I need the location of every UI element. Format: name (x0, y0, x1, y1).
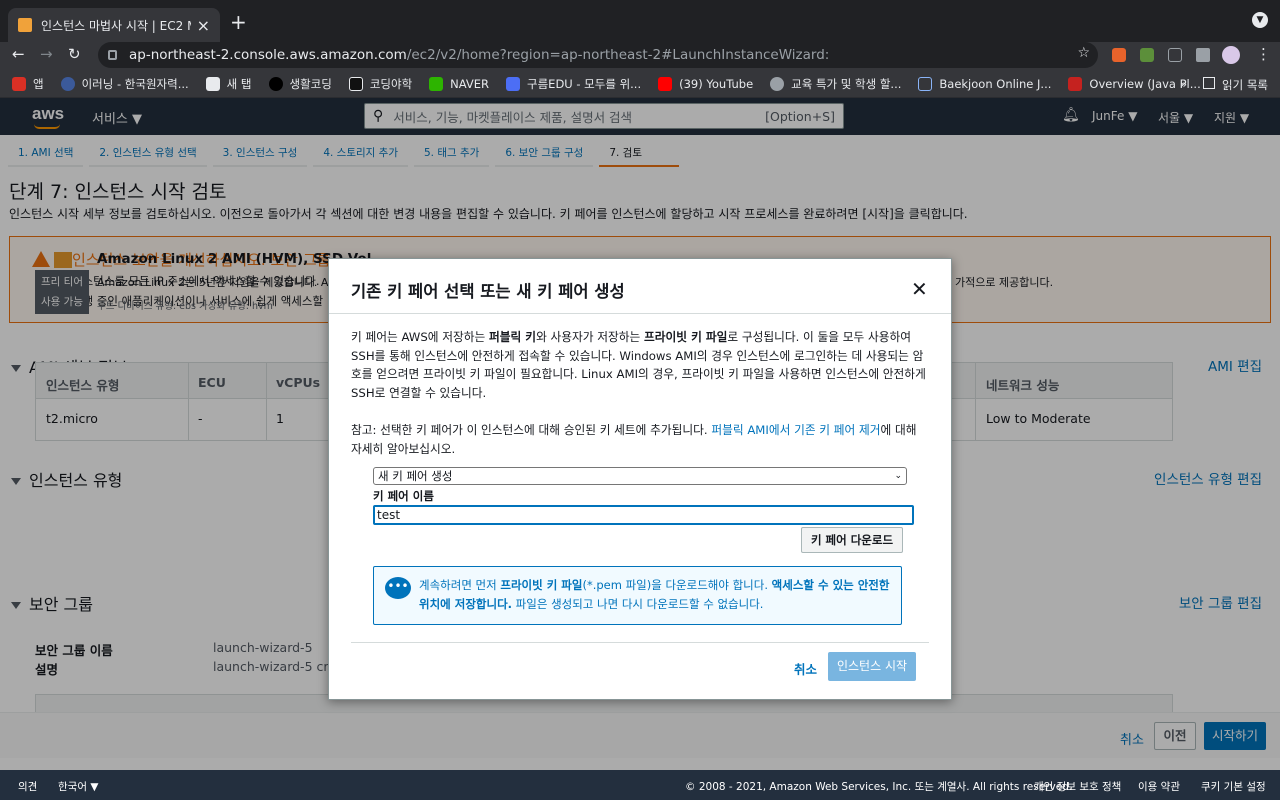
url-domain: ap-northeast-2.console.aws.amazon.com (129, 47, 407, 63)
reading-list[interactable]: 읽기 목록 (1222, 77, 1268, 93)
modal-description: 키 페어는 AWS에 저장하는 퍼블릭 키와 사용자가 저장하는 프라이빗 키 … (351, 330, 926, 400)
browser-nav-bar: ← → ↻ ap-northeast-2.console.aws.amazon.… (0, 42, 1280, 70)
browser-menu-icon[interactable]: ⋮ (1256, 45, 1271, 63)
url-path: /ec2/v2/home?region=ap-northeast-2#Launc… (406, 47, 830, 63)
profile-avatar[interactable] (1222, 46, 1240, 64)
back-icon[interactable]: ← (12, 45, 25, 63)
extension-bracket-icon[interactable] (1168, 48, 1182, 62)
forward-icon[interactable]: → (40, 45, 53, 63)
extensions-puzzle-icon[interactable] (1196, 48, 1210, 62)
goorm-icon (506, 76, 521, 91)
code-icon (918, 76, 933, 91)
reading-list-icon (1203, 77, 1216, 89)
bookmark-apps[interactable]: 앱 (12, 76, 44, 92)
cookie-link[interactable]: 쿠키 기본 설정 (1201, 779, 1266, 794)
oracle-icon (1068, 76, 1083, 91)
elearning-icon (60, 76, 75, 91)
reload-icon[interactable]: ↻ (68, 45, 81, 63)
tab-title: 인스턴스 마법사 시작 | EC2 Manag (41, 18, 191, 33)
lock-icon (108, 50, 117, 60)
apple-icon (770, 76, 785, 91)
bookmark-new-tab[interactable]: 새 탭 (205, 76, 252, 92)
extension-ex-icon[interactable] (1112, 48, 1126, 62)
bookmark-goorm[interactable]: 구름EDU - 모두를 위... (506, 76, 641, 92)
feedback-link[interactable]: 의견 (18, 779, 37, 794)
codingyahak-icon (348, 76, 363, 91)
close-tab-icon[interactable]: × (197, 16, 210, 35)
youtube-icon (658, 76, 673, 91)
key-pair-name-label: 키 페어 이름 (373, 489, 434, 503)
modal-cancel-link[interactable]: 취소 (794, 659, 817, 678)
browser-tab[interactable]: 인스턴스 마법사 시작 | EC2 Manag × (8, 8, 220, 42)
language-menu[interactable]: 한국어 ▼ (58, 779, 98, 794)
more-bookmarks-icon[interactable]: » (1180, 77, 1187, 93)
new-tab-icon[interactable]: + (230, 10, 247, 34)
divider (351, 642, 929, 643)
privacy-link[interactable]: 개인 정보 보호 정책 (1034, 779, 1121, 794)
terms-link[interactable]: 이용 약관 (1138, 779, 1180, 794)
bookmark-elearning[interactable]: 이러닝 - 한국원자력... (60, 76, 189, 92)
download-key-pair-button[interactable]: 키 페어 다운로드 (801, 527, 903, 553)
bookmark-codingyahak[interactable]: 코딩야학 (348, 76, 412, 92)
modal-title: 기존 키 페어 선택 또는 새 키 페어 생성 (351, 282, 625, 301)
bookmark-naver[interactable]: NAVER (429, 76, 489, 91)
chevron-down-icon: ⌄ (894, 471, 902, 481)
console-footer: 의견 한국어 ▼ © 2008 - 2021, Amazon Web Servi… (0, 770, 1280, 800)
tab-search-icon[interactable]: ▼ (1252, 12, 1268, 28)
key-pair-name-input[interactable]: test (373, 505, 914, 525)
bookmark-youtube[interactable]: (39) YouTube (658, 76, 753, 91)
bookmark-apple-edu[interactable]: 교육 특가 및 학생 할... (770, 76, 901, 92)
address-bar[interactable]: ap-northeast-2.console.aws.amazon.com /e… (98, 42, 1098, 68)
key-pair-option-select[interactable]: 새 키 페어 생성 ⌄ (373, 467, 907, 485)
close-icon[interactable]: ✕ (911, 277, 928, 301)
extension-green-icon[interactable] (1140, 48, 1154, 62)
apps-grid-icon (12, 76, 26, 91)
browser-tab-bar: 인스턴스 마법사 시작 | EC2 Manag × + ▼ (0, 0, 1280, 42)
folder-icon (205, 76, 220, 91)
modal-note: 참고: 선택한 키 페어가 이 인스턴스에 대해 승인된 키 세트에 추가됩니다… (351, 423, 917, 456)
bookmark-opentutorials[interactable]: 생활코딩 (268, 76, 332, 92)
info-text: 계속하려면 먼저 프라이빗 키 파일(*.pem 파일)을 다운로드해야 합니다… (419, 578, 890, 611)
speech-bubble-icon: ••• (385, 577, 411, 599)
info-alert: ••• 계속하려면 먼저 프라이빗 키 파일(*.pem 파일)을 다운로드해야… (373, 566, 902, 625)
key-pair-modal: 기존 키 페어 선택 또는 새 키 페어 생성 ✕ 키 페어는 AWS에 저장하… (328, 258, 952, 700)
bookmark-baekjoon[interactable]: Baekjoon Online J... (918, 76, 1051, 91)
opentutorials-icon (268, 76, 283, 91)
divider (329, 313, 951, 314)
copyright: © 2008 - 2021, Amazon Web Services, Inc.… (685, 781, 1073, 793)
remove-key-pair-link[interactable]: 퍼블릭 AMI에서 기존 키 페어 제거 (711, 423, 880, 437)
bookmarks-bar: 앱 이러닝 - 한국원자력... 새 탭 생활코딩 코딩야학 NAVER 구름E… (0, 70, 1280, 98)
launch-instances-button[interactable]: 인스턴스 시작 (828, 652, 916, 681)
naver-icon (429, 76, 444, 91)
bookmark-star-icon[interactable]: ☆ (1077, 45, 1090, 61)
aws-favicon-icon (18, 18, 32, 32)
